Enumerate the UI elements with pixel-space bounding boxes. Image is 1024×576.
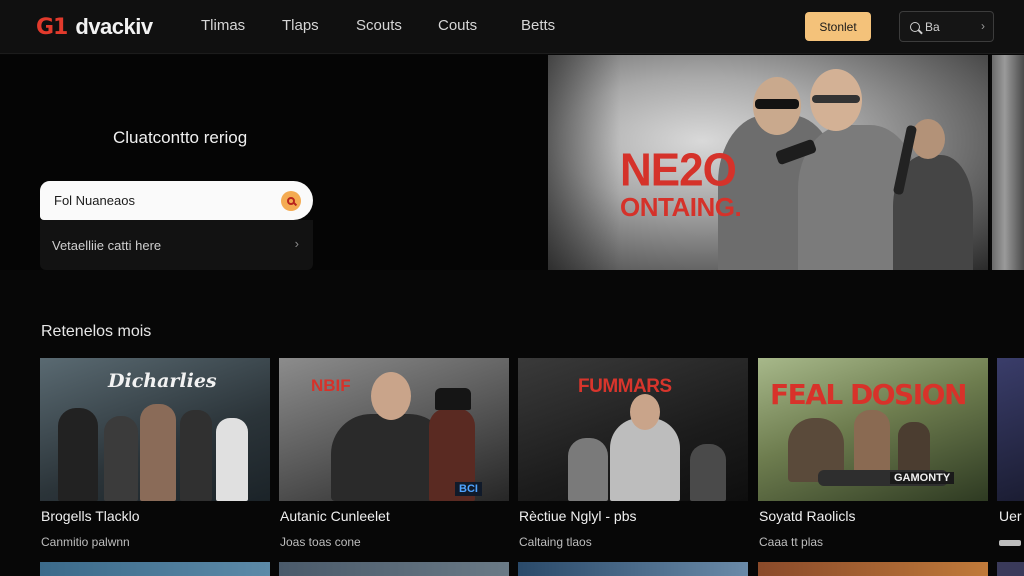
card-subtitle-fragment [999, 540, 1021, 546]
nav-link-2[interactable]: Tlaps [282, 17, 319, 34]
top-navigation-bar: G1 dvackiv Tlimas Tlaps Scouts Couts Bet… [0, 0, 1024, 54]
next-hero-poster[interactable] [990, 55, 1024, 270]
poster-figure [568, 438, 608, 501]
logo-mark: G1 [36, 14, 68, 40]
card-title[interactable]: Brogells Tlacklo [41, 508, 140, 524]
card-subtitle [999, 535, 1024, 547]
cta-button[interactable]: Stonlet [805, 12, 871, 41]
site-logo[interactable]: G1 dvackiv [36, 12, 153, 42]
nav-link-4[interactable]: Couts [438, 17, 477, 34]
poster-figure-head [911, 119, 945, 159]
content-card[interactable] [997, 358, 1024, 501]
hero-heading: Cluatcontto reriog [113, 128, 248, 147]
card-poster-title: FUMMARS [578, 376, 672, 397]
card-title[interactable]: Uer [999, 508, 1024, 524]
search-submit-button[interactable] [281, 191, 301, 211]
card-subtitle: Caltaing tlaos [519, 535, 592, 549]
sunglasses-shape [755, 99, 799, 109]
next-row-card[interactable] [279, 562, 509, 576]
nav-link-3[interactable]: Scouts [356, 17, 402, 34]
content-card[interactable]: NBIF BCI [279, 358, 509, 501]
poster-figure [610, 418, 680, 501]
content-card[interactable]: FEAL DOSION GAMONTY [758, 358, 988, 501]
poster-figure-head [630, 394, 660, 430]
next-row-card[interactable] [997, 562, 1024, 576]
hero-search-value: Fol Nuaneaos [54, 193, 135, 208]
hero-poster-title-line1: NE2O [620, 144, 737, 197]
chevron-right-icon: › [981, 19, 985, 33]
card-title[interactable]: Autanic Cunleelet [280, 508, 390, 524]
card-badge: GAMONTY [890, 472, 955, 484]
content-card[interactable]: FUMMARS [518, 358, 748, 501]
chevron-right-icon: › [294, 236, 299, 251]
poster-figure [180, 410, 212, 501]
next-row-card[interactable] [40, 562, 270, 576]
section-title: Retenelos mois [41, 323, 152, 340]
search-icon [287, 197, 295, 205]
search-suggestion-item[interactable]: Vetaelliie catti here › [40, 220, 313, 270]
hero-search-input[interactable]: Fol Nuaneaos [40, 181, 313, 220]
content-card[interactable]: Dicharlies [40, 358, 270, 501]
poster-figure [690, 444, 726, 501]
hero-fade-overlay [380, 55, 620, 270]
logo-text: dvackiv [75, 14, 153, 39]
next-row-card[interactable] [518, 562, 748, 576]
card-poster-title: Dicharlies [108, 370, 217, 392]
search-icon [910, 21, 920, 32]
card-subtitle: Caaa tt plas [759, 535, 824, 549]
header-search-text: Ba [925, 19, 940, 34]
hero-poster-title: NE2O ONTAING. [620, 144, 742, 222]
card-poster-title: NBIF [311, 376, 351, 395]
card-title[interactable]: Rèctiue Nglyl - pbs [519, 508, 637, 524]
search-suggestion-label: Vetaelliie catti here [52, 237, 162, 253]
poster-figure [58, 408, 98, 501]
glasses-shape [812, 95, 860, 103]
card-subtitle: Canmitio palwnn [41, 535, 130, 549]
card-subtitle: Joas toas cone [280, 535, 361, 549]
poster-figure [216, 418, 248, 501]
card-badge: BCI [455, 482, 482, 496]
poster-figure [140, 404, 176, 501]
poster-figure [104, 416, 138, 501]
card-title[interactable]: Soyatd Raolicls [759, 508, 856, 524]
card-poster-title: FEAL DOSION [770, 378, 967, 411]
poster-figure-head [371, 372, 411, 420]
nav-link-5[interactable]: Betts [521, 17, 555, 34]
hat-shape [435, 388, 471, 410]
hero-poster-title-line2: ONTAING. [620, 191, 742, 222]
next-row-card[interactable] [758, 562, 988, 576]
header-search-input[interactable]: Ba › [899, 11, 994, 42]
nav-link-1[interactable]: Tlimas [201, 17, 245, 34]
